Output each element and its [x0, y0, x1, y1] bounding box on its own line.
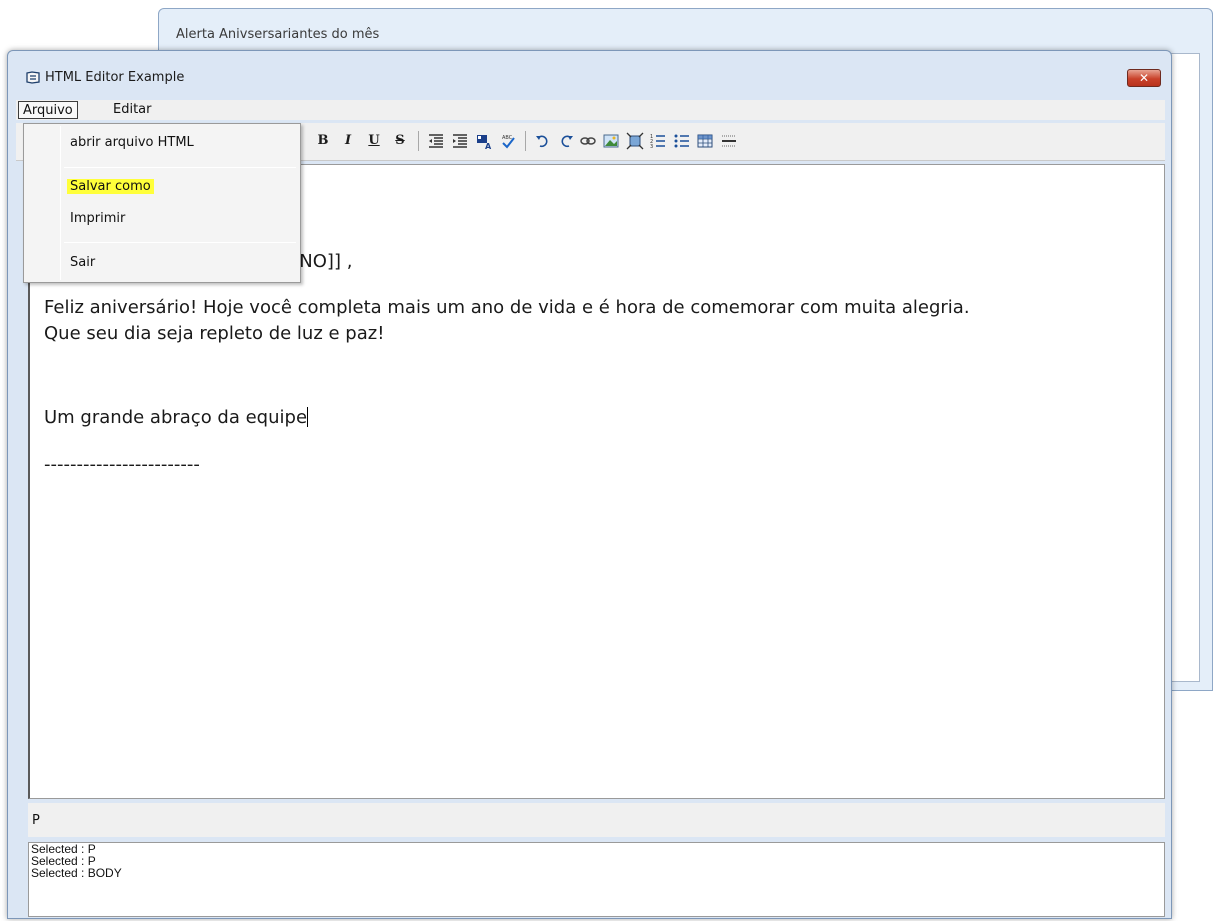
app-icon [26, 69, 40, 84]
insert-image-button[interactable] [602, 132, 620, 150]
background-window-title: Alerta Anivsersariantes do mês [176, 27, 380, 42]
editor-closing-line: Um grande abraço da equipe [44, 407, 309, 428]
numbered-list-button[interactable]: 123 [649, 132, 667, 150]
toolbar-separator [418, 131, 419, 151]
indent-icon [453, 134, 467, 148]
window-title: HTML Editor Example [45, 70, 185, 85]
image-icon [603, 134, 619, 148]
toolbar-separator [525, 131, 526, 151]
undo-icon [536, 135, 548, 148]
numbered-list-icon: 123 [650, 134, 665, 150]
font-color-button[interactable]: A [475, 132, 493, 151]
redo-button[interactable] [557, 132, 575, 150]
table-icon [697, 134, 713, 148]
spellcheck-button[interactable]: ABC [499, 132, 517, 150]
titlebar[interactable]: HTML Editor Example ✕ [8, 51, 1171, 93]
image-properties-icon [626, 132, 644, 150]
menu-item-imprimir[interactable]: Imprimir [70, 211, 125, 226]
svg-text:A: A [485, 142, 492, 150]
menu-item-salvar-como[interactable]: Salvar como [67, 179, 154, 194]
menu-gutter [60, 126, 61, 280]
italic-button[interactable]: I [339, 132, 357, 150]
tag-path-bar: P [28, 803, 1165, 837]
menubar: Arquivo Editar [16, 100, 1165, 120]
editor-paragraph-line-1: Feliz aniversário! Hoje você completa ma… [44, 297, 970, 318]
editor-divider-line: ------------------------ [44, 454, 200, 475]
indent-button[interactable] [451, 132, 469, 150]
font-color-icon: A [477, 135, 492, 151]
horizontal-rule-icon [722, 135, 736, 147]
text-caret [307, 407, 309, 427]
selection-log[interactable]: Selected : P Selected : P Selected : BOD… [28, 842, 1165, 917]
current-tag-label: P [32, 813, 40, 828]
spellcheck-icon: ABC [502, 135, 515, 149]
menu-item-sair[interactable]: Sair [70, 255, 95, 270]
bold-button[interactable]: B [314, 132, 332, 150]
underline-button[interactable]: U [365, 132, 383, 150]
link-button[interactable] [579, 132, 597, 150]
image-properties-button[interactable] [626, 132, 644, 150]
bullet-list-icon [674, 134, 689, 148]
outdent-button[interactable] [427, 132, 445, 150]
horizontal-rule-button[interactable] [720, 132, 738, 150]
menu-item-abrir-arquivo[interactable]: abrir arquivo HTML [70, 135, 194, 150]
menu-item-salvar-como-label: Salvar como [67, 179, 154, 194]
arquivo-dropdown-menu: abrir arquivo HTML Salvar como Imprimir … [23, 123, 301, 283]
insert-table-button[interactable] [696, 132, 714, 150]
log-line: Selected : P [31, 854, 96, 868]
strikethrough-button[interactable]: S [391, 132, 409, 150]
editor-paragraph-line-2: Que seu dia seja repleto de luz e paz! [44, 323, 385, 344]
redo-icon [561, 135, 573, 148]
menu-arquivo[interactable]: Arquivo [18, 101, 78, 119]
log-line: Selected : BODY [31, 866, 122, 880]
svg-text:3: 3 [650, 144, 653, 150]
menu-separator [64, 167, 296, 168]
log-line: Selected : P [31, 842, 96, 856]
editor-closing-text: Um grande abraço da equipe [44, 407, 308, 428]
menu-editar[interactable]: Editar [109, 101, 156, 119]
outdent-icon [429, 134, 443, 148]
link-icon [580, 137, 596, 145]
bullet-list-button[interactable] [673, 132, 691, 150]
undo-button[interactable] [534, 132, 552, 150]
menu-separator [64, 242, 296, 243]
close-button[interactable]: ✕ [1127, 69, 1161, 87]
close-icon: ✕ [1138, 71, 1150, 85]
